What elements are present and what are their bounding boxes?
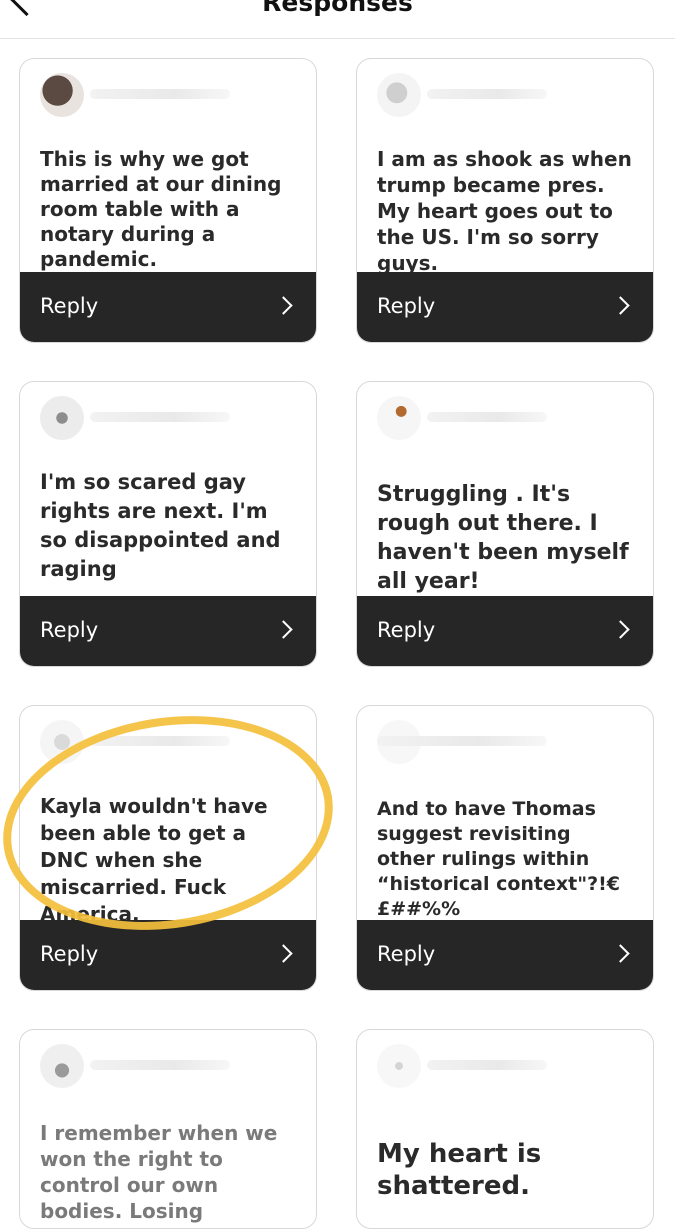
response-text: I'm so scared gay rights are next. I'm s…: [40, 470, 281, 581]
response-text: Kayla wouldn't have been able to get a D…: [40, 794, 268, 926]
response-text: This is why we got married at our dining…: [40, 147, 282, 271]
response-text: Struggling . It's rough out there. I hav…: [377, 482, 629, 594]
chevron-right-icon: [274, 620, 293, 639]
reply-button[interactable]: Reply: [357, 596, 653, 666]
avatar: [377, 1044, 421, 1088]
response-card[interactable]: I'm so scared gay rights are next. I'm s…: [19, 381, 317, 667]
redacted-username: [427, 1060, 547, 1070]
reply-button[interactable]: Reply: [20, 920, 316, 990]
response-text: I remember when we won the right to cont…: [40, 1121, 278, 1223]
response-card[interactable]: My heart is shattered.: [356, 1029, 654, 1229]
response-text: I am as shook as when trump became pres.…: [377, 147, 632, 275]
avatar: [40, 720, 84, 764]
chevron-right-icon: [274, 296, 293, 315]
redacted-username: [90, 1060, 230, 1070]
reply-button[interactable]: Reply: [20, 596, 316, 666]
response-card[interactable]: I am as shook as when trump became pres.…: [356, 58, 654, 343]
response-card[interactable]: And to have Thomas suggest revisiting ot…: [356, 705, 654, 991]
header-bar: Responses: [0, 0, 675, 39]
chevron-right-icon: [274, 944, 293, 963]
chevron-right-icon: [611, 944, 630, 963]
redacted-username: [377, 736, 547, 746]
redacted-username: [90, 412, 230, 422]
avatar: [40, 396, 84, 440]
chevron-right-icon: [611, 620, 630, 639]
redacted-username: [90, 736, 230, 746]
avatar: [377, 396, 421, 440]
reply-button[interactable]: Reply: [20, 272, 316, 342]
avatar: [377, 73, 421, 117]
reply-label: Reply: [377, 294, 436, 318]
redacted-username: [427, 412, 547, 422]
reply-label: Reply: [40, 618, 99, 642]
response-card[interactable]: Kayla wouldn't have been able to get a D…: [19, 705, 317, 991]
reply-label: Reply: [40, 294, 99, 318]
reply-button[interactable]: Reply: [357, 272, 653, 342]
avatar: [40, 1044, 84, 1088]
reply-label: Reply: [377, 942, 436, 966]
page-title: Responses: [262, 0, 413, 17]
response-text: My heart is shattered.: [377, 1139, 542, 1201]
reply-label: Reply: [40, 942, 99, 966]
response-card[interactable]: Struggling . It's rough out there. I hav…: [356, 381, 654, 667]
avatar: [40, 73, 84, 117]
chevron-right-icon: [611, 296, 630, 315]
response-card[interactable]: I remember when we won the right to cont…: [19, 1029, 317, 1229]
redacted-username: [90, 89, 230, 99]
reply-button[interactable]: Reply: [357, 920, 653, 990]
reply-label: Reply: [377, 618, 436, 642]
response-card[interactable]: This is why we got married at our dining…: [19, 58, 317, 343]
redacted-username: [427, 89, 547, 99]
response-text: And to have Thomas suggest revisiting ot…: [377, 798, 621, 920]
